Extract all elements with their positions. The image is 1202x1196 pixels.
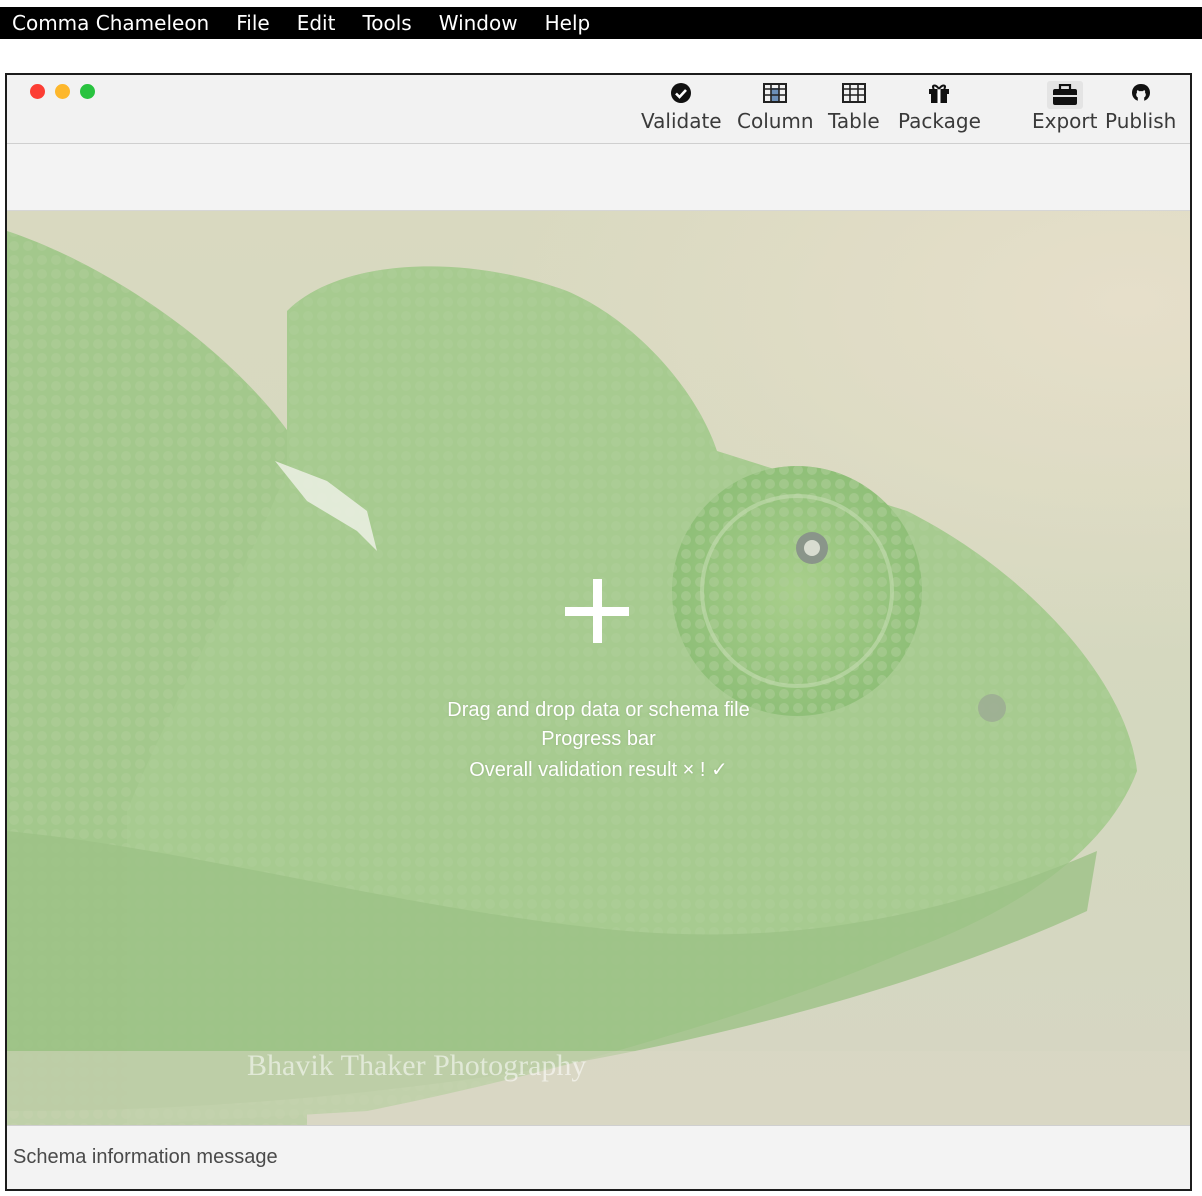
table-button[interactable]: Table: [828, 81, 880, 133]
schema-info-message: Schema information message: [13, 1146, 278, 1168]
close-window-button[interactable]: [30, 84, 45, 99]
menu-edit[interactable]: Edit: [297, 11, 336, 35]
window-controls: [30, 84, 105, 99]
column-button[interactable]: Column: [737, 81, 814, 133]
publish-label: Publish: [1105, 109, 1177, 133]
column-label: Column: [737, 109, 814, 133]
photo-watermark: Bhavik Thaker Photography: [247, 1049, 587, 1082]
menu-file[interactable]: File: [236, 11, 269, 35]
table-grid-icon: [841, 81, 866, 105]
menu-help[interactable]: Help: [545, 11, 591, 35]
export-label: Export: [1032, 109, 1098, 133]
status-bar: Schema information message: [7, 1125, 1190, 1189]
gift-icon: [927, 81, 951, 105]
add-file-plus-icon[interactable]: [565, 579, 629, 643]
github-icon: [1129, 81, 1153, 105]
secondary-toolbar: [7, 144, 1190, 211]
export-button[interactable]: Export: [1032, 81, 1097, 133]
check-circle-icon: [669, 81, 693, 105]
validation-result-label: Overall validation result × ! ✓: [469, 759, 728, 781]
drop-area[interactable]: Drag and drop data or schema file Progre…: [7, 211, 1190, 1125]
briefcase-icon: [1046, 81, 1083, 109]
menu-app-name[interactable]: Comma Chameleon: [12, 11, 209, 35]
zoom-window-button[interactable]: [80, 84, 95, 99]
column-grid-icon: [763, 81, 788, 105]
validate-label: Validate: [641, 109, 722, 133]
table-label: Table: [828, 109, 880, 133]
publish-button[interactable]: Publish: [1105, 81, 1176, 133]
package-button[interactable]: Package: [898, 81, 981, 133]
menu-tools[interactable]: Tools: [362, 11, 411, 35]
window-toolbar: Validate Column Table Package Export Pub…: [7, 75, 1190, 144]
os-menu-bar: Comma Chameleon File Edit Tools Window H…: [0, 7, 1202, 39]
dropzone-instruction: Drag and drop data or schema file: [447, 699, 750, 721]
validate-button[interactable]: Validate: [641, 81, 722, 133]
menu-window[interactable]: Window: [439, 11, 518, 35]
app-window: Validate Column Table Package Export Pub…: [5, 73, 1192, 1191]
package-label: Package: [898, 109, 981, 133]
dropzone-overlay: Drag and drop data or schema file Progre…: [7, 211, 1190, 1125]
progress-bar-label: Progress bar: [541, 728, 656, 750]
minimize-window-button[interactable]: [55, 84, 70, 99]
